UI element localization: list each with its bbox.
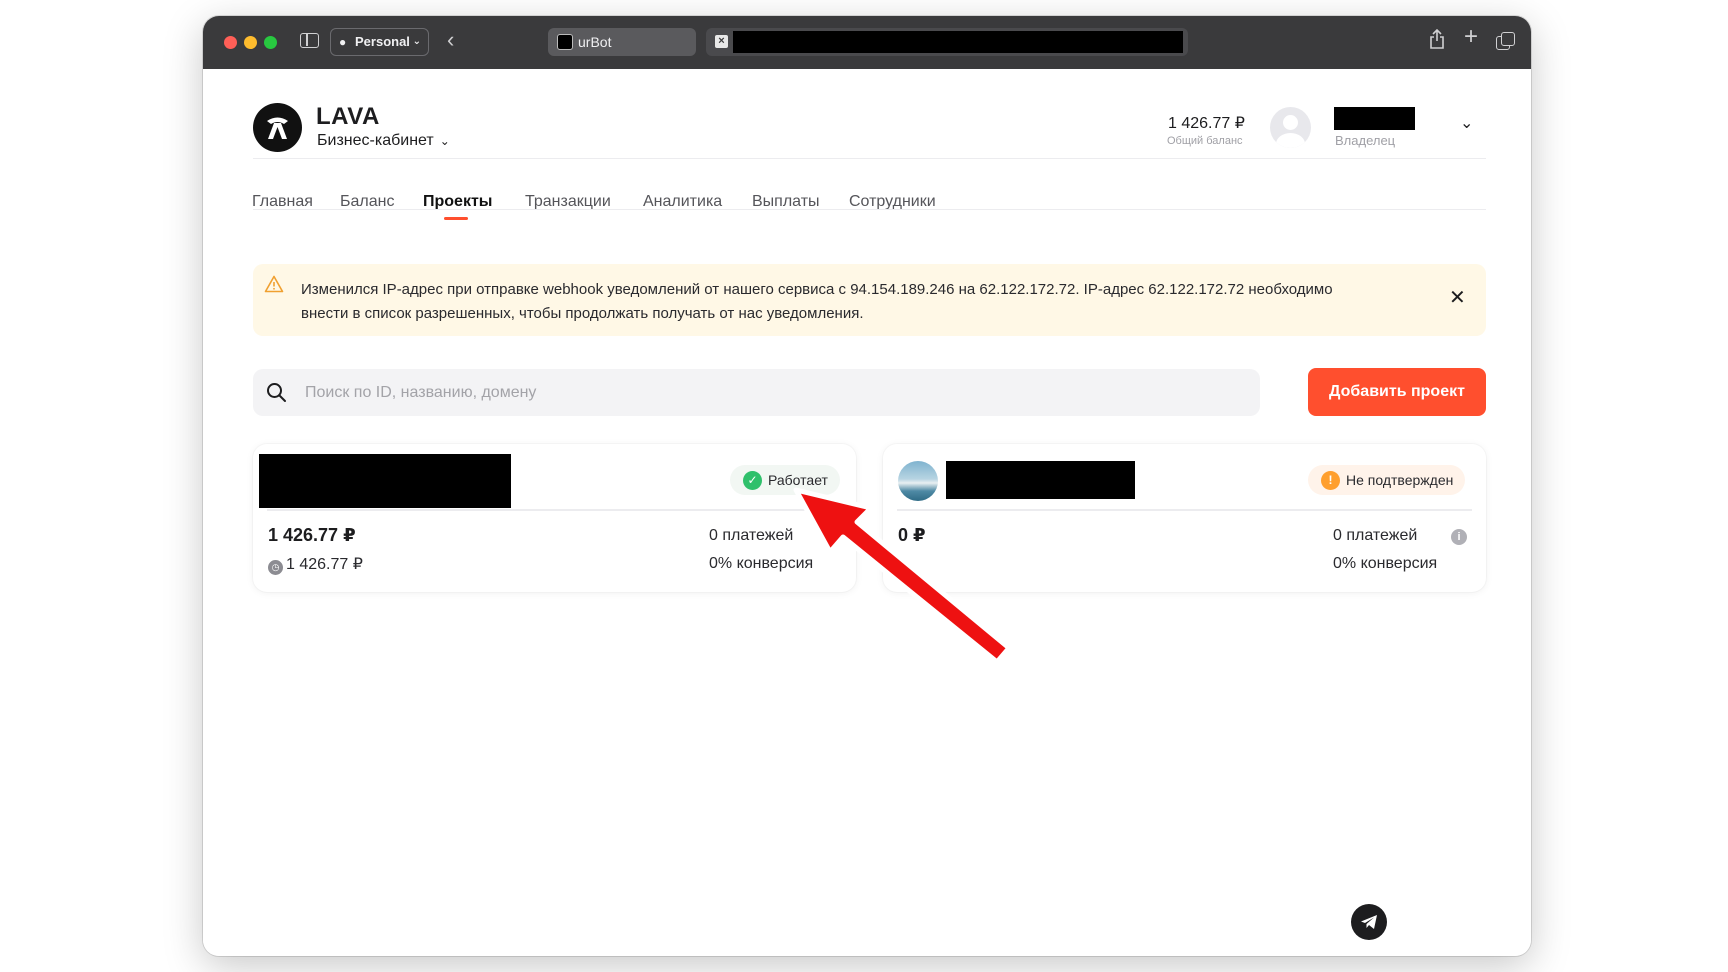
header-divider xyxy=(253,158,1486,159)
account-menu-chevron-icon[interactable]: ⌄ xyxy=(1460,113,1473,133)
pending-amount-value: 1 426.77 ₽ xyxy=(286,556,363,573)
card-divider xyxy=(267,509,842,511)
chevron-down-icon: ⌄ xyxy=(412,36,421,47)
exclamation-circle-icon: ! xyxy=(1321,471,1340,490)
project-card[interactable]: ! Не подтвержден 0 ₽ 0 платежей 0% конве… xyxy=(883,444,1486,592)
profile-switcher[interactable]: ● Personal ⌄ xyxy=(330,28,429,56)
ip-change-alert: Изменился IP-адрес при отправке webhook … xyxy=(253,264,1486,336)
project-conversion: 0% конверсия xyxy=(709,555,814,572)
tab-label: urBot xyxy=(578,34,612,50)
share-icon[interactable] xyxy=(1429,28,1445,54)
status-badge: ✓ Работает xyxy=(730,465,840,495)
search-icon xyxy=(267,383,286,402)
telegram-icon xyxy=(1361,915,1377,929)
project-amount: 1 426.77 ₽ xyxy=(268,525,356,545)
project-card[interactable]: ✓ Работает 1 426.77 ₽ ◷ 1 426.77 ₽ 0 плат… xyxy=(253,444,856,592)
nav-divider xyxy=(253,209,1486,210)
avatar-body-shape xyxy=(1276,133,1305,148)
add-project-button[interactable]: Добавить проект xyxy=(1308,368,1486,416)
project-search xyxy=(253,369,1260,416)
status-label: Работает xyxy=(768,472,828,488)
tab-favicon-icon xyxy=(557,34,573,50)
status-badge: ! Не подтвержден xyxy=(1308,465,1466,495)
redacted-project-name xyxy=(946,461,1135,499)
info-icon[interactable]: i xyxy=(1451,529,1467,545)
project-conversion: 0% конверсия xyxy=(1333,555,1438,572)
lava-logo[interactable] xyxy=(253,103,302,152)
profile-label: Personal xyxy=(355,34,410,49)
card-divider xyxy=(897,509,1472,511)
minimize-window-button[interactable] xyxy=(244,36,257,49)
close-window-button[interactable] xyxy=(224,36,237,49)
browser-tab-urbot[interactable]: urBot xyxy=(548,28,696,56)
zoom-window-button[interactable] xyxy=(264,36,277,49)
person-icon: ● xyxy=(339,35,347,49)
browser-window: ● Personal ⌄ ‹ urBot × + LAVA Бизнес-каб… xyxy=(203,16,1531,956)
clock-icon: ◷ xyxy=(268,560,283,575)
total-balance-value: 1 426.77 ₽ xyxy=(1168,115,1245,132)
project-avatar xyxy=(898,461,938,501)
tab-overview-icon[interactable] xyxy=(1496,32,1515,50)
alert-message: Изменился IP-адрес при отправке webhook … xyxy=(301,281,1333,322)
new-tab-icon[interactable]: + xyxy=(1464,25,1478,49)
back-arrow-icon[interactable]: ‹ xyxy=(447,29,454,51)
sidebar-toggle-icon[interactable] xyxy=(300,33,319,48)
search-input[interactable] xyxy=(305,369,1245,416)
telegram-support-button[interactable] xyxy=(1351,904,1387,940)
browser-tab-address[interactable]: × xyxy=(706,28,1188,56)
user-avatar[interactable] xyxy=(1270,107,1311,148)
project-payments: 0 платежей xyxy=(1333,527,1418,544)
tab-close-icon[interactable]: × xyxy=(715,35,728,48)
browser-toolbar: ● Personal ⌄ ‹ urBot × + xyxy=(203,16,1531,69)
cabinet-switcher[interactable]: Бизнес-кабинет ⌄ xyxy=(317,132,450,150)
alert-close-icon[interactable]: ✕ xyxy=(1449,288,1466,308)
avatar-head-shape xyxy=(1283,115,1298,130)
redacted-user-name xyxy=(1334,107,1415,130)
chevron-down-icon: ⌄ xyxy=(439,134,450,148)
redacted-project-name xyxy=(259,454,511,508)
warning-icon xyxy=(264,275,284,293)
redacted-url xyxy=(733,31,1183,53)
brand-name: LAVA xyxy=(316,103,380,130)
project-payments: 0 платежей xyxy=(709,527,794,544)
status-label: Не подтвержден xyxy=(1346,472,1454,488)
project-amount: 0 ₽ xyxy=(898,525,926,545)
cabinet-label: Бизнес-кабинет xyxy=(317,132,434,149)
project-pending-amount: ◷ 1 426.77 ₽ xyxy=(268,554,363,575)
user-role: Владелец xyxy=(1335,133,1396,148)
total-balance-label: Общий баланс xyxy=(1167,135,1243,147)
nav-active-indicator xyxy=(444,217,468,220)
check-circle-icon: ✓ xyxy=(743,471,762,490)
page: LAVA Бизнес-кабинет ⌄ 1 426.77 ₽ Общий ба… xyxy=(203,69,1531,956)
